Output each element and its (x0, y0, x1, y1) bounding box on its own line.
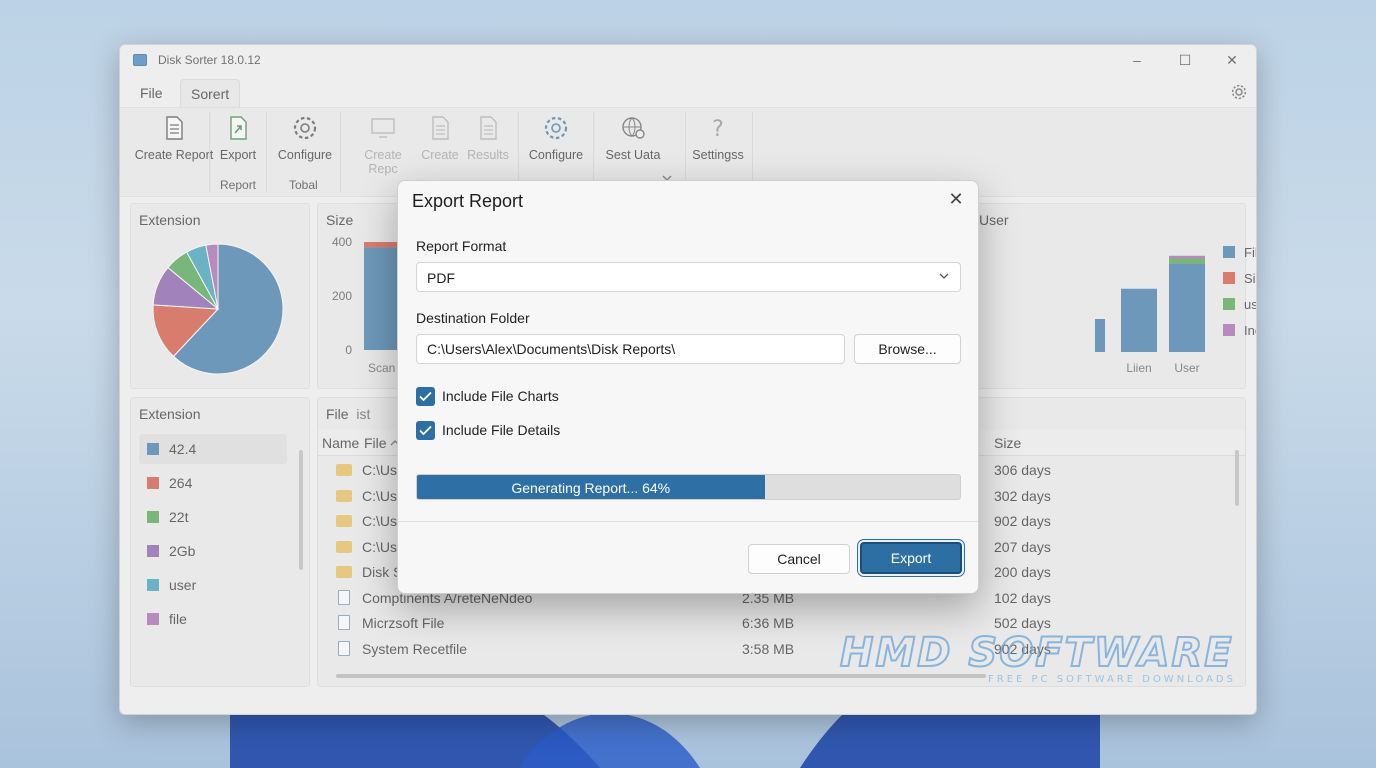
progress-text: Generating Report... 64% (511, 480, 671, 496)
include-file-charts-checkbox[interactable] (416, 387, 435, 406)
checkmark-icon (419, 425, 432, 436)
chevron-down-icon (939, 273, 949, 279)
report-format-label: Report Format (416, 238, 507, 254)
checkmark-icon (419, 391, 432, 402)
export-confirm-button[interactable]: Export (860, 542, 962, 574)
watermark-logo: HMD SOFTWARE FREE PC SOFTWARE DOWNLOADS (839, 629, 1236, 684)
include-file-charts-label: Include File Charts (442, 388, 559, 404)
export-report-dialog: Export Report ✕ Report Format PDF Destin… (397, 180, 979, 594)
svg-text:HMD SOFTWARE: HMD SOFTWARE (840, 630, 1234, 676)
dialog-close-icon[interactable]: ✕ (944, 187, 968, 211)
destination-folder-label: Destination Folder (416, 310, 530, 326)
progress-bar: Generating Report... 64% (416, 474, 961, 500)
dialog-title: Export Report (412, 191, 524, 211)
include-file-details-checkbox[interactable] (416, 421, 435, 440)
include-file-details-label: Include File Details (442, 422, 561, 438)
report-format-select[interactable]: PDF (416, 262, 961, 292)
destination-folder-input[interactable] (416, 334, 845, 364)
cancel-button[interactable]: Cancel (748, 544, 850, 574)
browse-button[interactable]: Browse... (854, 334, 961, 364)
svg-text:FREE PC SOFTWARE DOWNLOADS: FREE PC SOFTWARE DOWNLOADS (988, 674, 1236, 684)
